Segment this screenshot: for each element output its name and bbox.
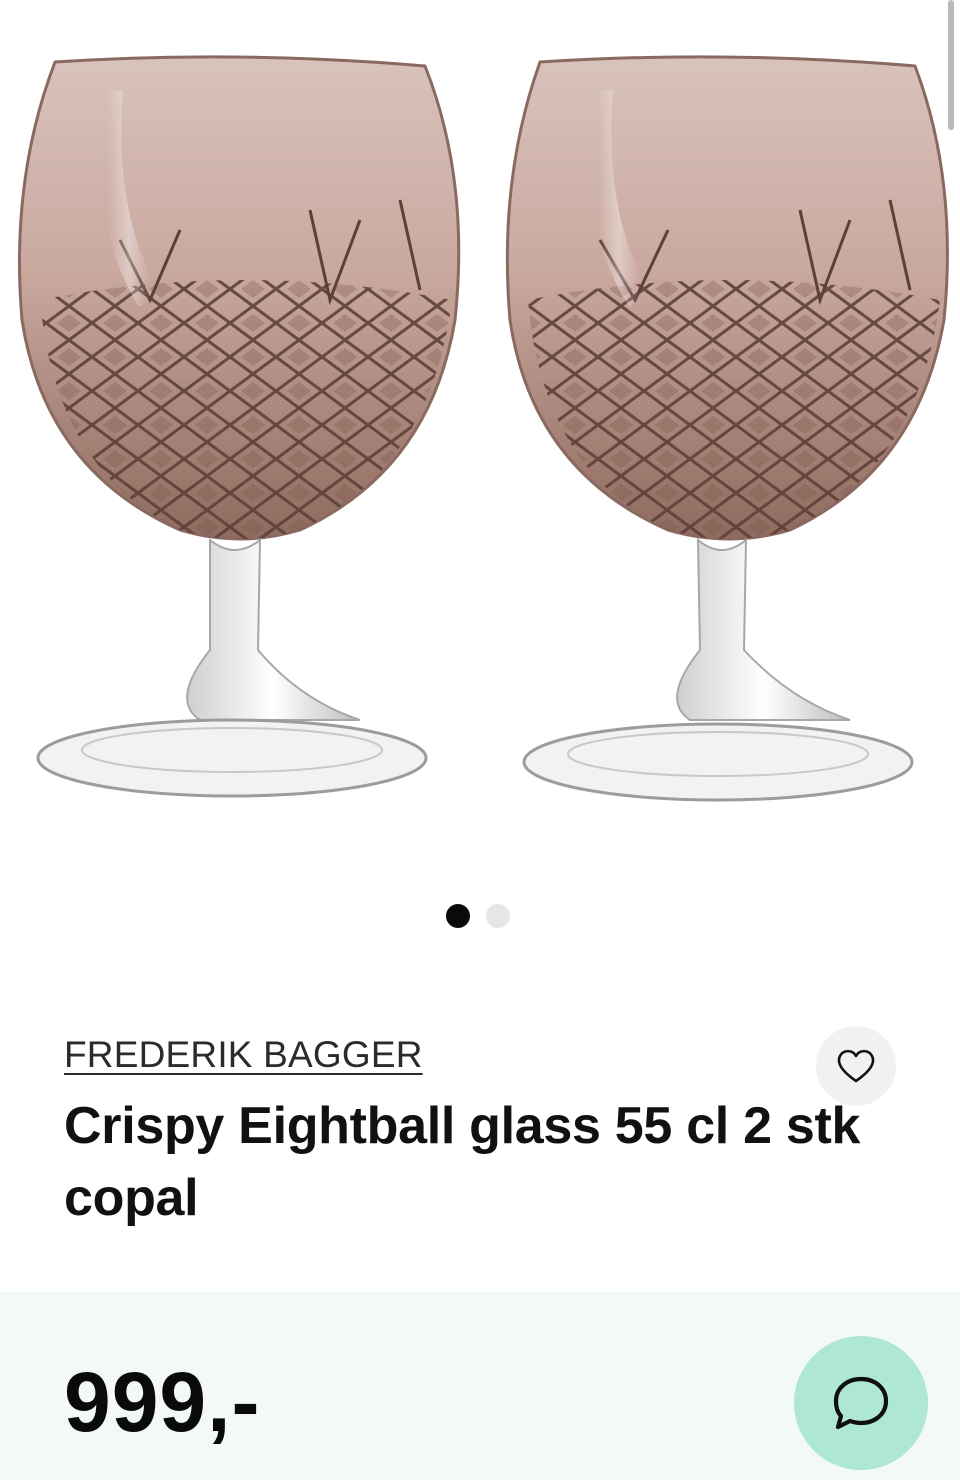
price: 999,- (64, 1355, 261, 1449)
favorite-button[interactable] (816, 1026, 896, 1106)
product-image-gallery[interactable] (0, 0, 960, 880)
chat-button[interactable] (794, 1336, 928, 1470)
gallery-dot-1[interactable] (446, 904, 470, 928)
glass-right (505, 55, 949, 802)
product-page: FREDERIK BAGGER Crispy Eightball glass 5… (0, 0, 960, 1480)
glass-left (18, 55, 461, 798)
scrollbar[interactable] (948, 0, 954, 130)
chat-bubble-icon (833, 1376, 889, 1430)
heart-icon (837, 1049, 875, 1083)
brand-link[interactable]: FREDERIK BAGGER (64, 1034, 423, 1076)
product-title: Crispy Eightball glass 55 cl 2 stk copal (64, 1097, 861, 1227)
product-image (18, 55, 949, 802)
gallery-pagination (446, 904, 510, 928)
gallery-dot-2[interactable] (486, 904, 510, 928)
